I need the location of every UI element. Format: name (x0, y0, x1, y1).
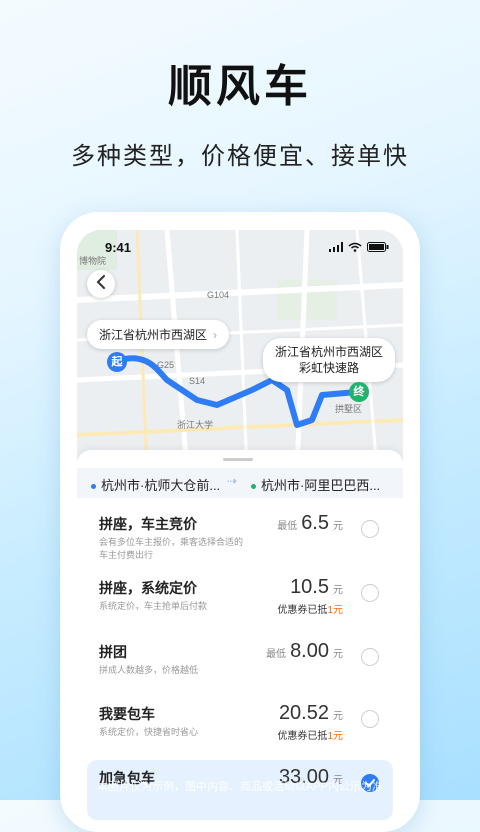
status-bar: 9:41 (91, 240, 389, 256)
option-price: 8.00 (290, 640, 329, 662)
option-price-block: 20.52 元 优惠券已抵1元 (277, 702, 343, 742)
option-desc: 系统定价，快捷省时省心 (99, 727, 199, 737)
start-pin: 起 (107, 352, 127, 372)
option-price-block: 最低 8.00 元 (266, 640, 343, 663)
option-radio[interactable] (361, 648, 379, 666)
route-from: 杭州市·杭师大仓前... (91, 475, 220, 494)
option-title: 拼团 (99, 644, 127, 660)
phone-frame: 博物院 G104 G25 S14 浙江大学 拱墅区 9:41 浙江省杭州市西湖区… (60, 212, 420, 832)
price-prefix: 最低 (277, 521, 298, 532)
wifi-icon (348, 240, 362, 255)
map-label: 浙江大学 (177, 420, 214, 430)
price-prefix: 最低 (266, 649, 287, 660)
signal-icon (329, 240, 343, 255)
origin-bubble-text: 浙江省杭州市西湖区 (99, 328, 208, 342)
chevron-left-icon (95, 274, 107, 294)
price-unit: 元 (333, 585, 343, 596)
route-summary[interactable]: 杭州市·杭师大仓前... ⇢ 杭州市·阿里巴巴西... (77, 468, 403, 498)
option-charter[interactable]: 我要包车 系统定价，快捷省时省心 20.52 元 优惠券已抵1元 (77, 696, 403, 756)
arrow-right-icon: ⇢ (227, 474, 238, 488)
back-button[interactable] (87, 270, 115, 298)
coupon-amount: 1元 (327, 605, 343, 616)
map-view[interactable]: 博物院 G104 G25 S14 浙江大学 拱墅区 9:41 浙江省杭州市西湖区… (77, 230, 403, 470)
disclaimer: 本图片仅为示例，图中内容、商品或活动以APP内公示为准 (96, 781, 383, 793)
route-to-text: 杭州市·阿里巴巴西... (261, 478, 381, 493)
option-bid-carpool[interactable]: 拼座，车主竞价 会有多位车主报价，乘客选择合适的车主付费出行 最低 6.5 元 (77, 506, 403, 566)
coupon-note: 优惠券已抵1元 (277, 727, 343, 742)
option-desc: 会有多位车主报价，乘客选择合适的车主付费出行 (99, 537, 244, 560)
destination-bubble-line2: 彩虹快速路 (299, 361, 360, 375)
route-from-text: 杭州市·杭师大仓前... (101, 478, 221, 493)
sheet-handle[interactable] (223, 458, 253, 461)
bottom-sheet: 杭州市·杭师大仓前... ⇢ 杭州市·阿里巴巴西... 拼座，车主竞价 会有多位… (77, 450, 403, 830)
chevron-right-icon: › (213, 328, 218, 342)
option-title: 我要包车 (99, 706, 155, 722)
option-price: 10.5 (290, 576, 329, 598)
map-label: 拱墅区 (335, 404, 363, 414)
hero-title: 顺风车 (168, 62, 312, 111)
coupon-text: 优惠券已抵 (277, 731, 328, 742)
destination-bubble-line1: 浙江省杭州市西湖区 (275, 345, 384, 359)
option-desc: 拼成人数越多，价格越低 (99, 665, 199, 675)
option-price-block: 10.5 元 优惠券已抵1元 (277, 576, 343, 616)
route-to: 杭州市·阿里巴巴西... (251, 475, 380, 494)
option-price: 20.52 (278, 702, 329, 724)
battery-icon (367, 240, 389, 255)
status-icons (329, 240, 389, 255)
status-time: 9:41 (105, 240, 132, 255)
price-unit: 元 (333, 649, 343, 660)
option-radio[interactable] (361, 520, 379, 538)
coupon-amount: 1元 (327, 731, 343, 742)
map-label: G25 (157, 360, 175, 370)
option-group[interactable]: 拼团 拼成人数越多，价格越低 最低 8.00 元 (77, 634, 403, 694)
hero-subtitle: 多种类型，价格便宜、接单快 (71, 143, 409, 170)
destination-bubble[interactable]: 浙江省杭州市西湖区 彩虹快速路 (263, 338, 396, 382)
option-desc: 系统定价，车主抢单后付款 (99, 601, 208, 611)
origin-bubble[interactable]: 浙江省杭州市西湖区 › (87, 320, 230, 349)
option-radio[interactable] (361, 710, 379, 728)
coupon-text: 优惠券已抵 (277, 605, 328, 616)
map-label: S14 (189, 376, 206, 386)
coupon-note: 优惠券已抵1元 (277, 601, 343, 616)
option-radio[interactable] (361, 584, 379, 602)
app-screen: 博物院 G104 G25 S14 浙江大学 拱墅区 9:41 浙江省杭州市西湖区… (77, 230, 403, 830)
price-unit: 元 (333, 521, 343, 532)
end-pin: 终 (349, 382, 369, 402)
option-price-block: 最低 6.5 元 (277, 512, 343, 535)
map-label: G104 (207, 290, 230, 300)
price-unit: 元 (333, 711, 343, 722)
option-title: 拼座，系统定价 (99, 580, 197, 596)
option-title: 拼座，车主竞价 (99, 516, 197, 532)
option-fixed-carpool[interactable]: 拼座，系统定价 系统定价，车主抢单后付款 10.5 元 优惠券已抵1元 (77, 570, 403, 630)
option-price: 6.5 (301, 512, 329, 534)
